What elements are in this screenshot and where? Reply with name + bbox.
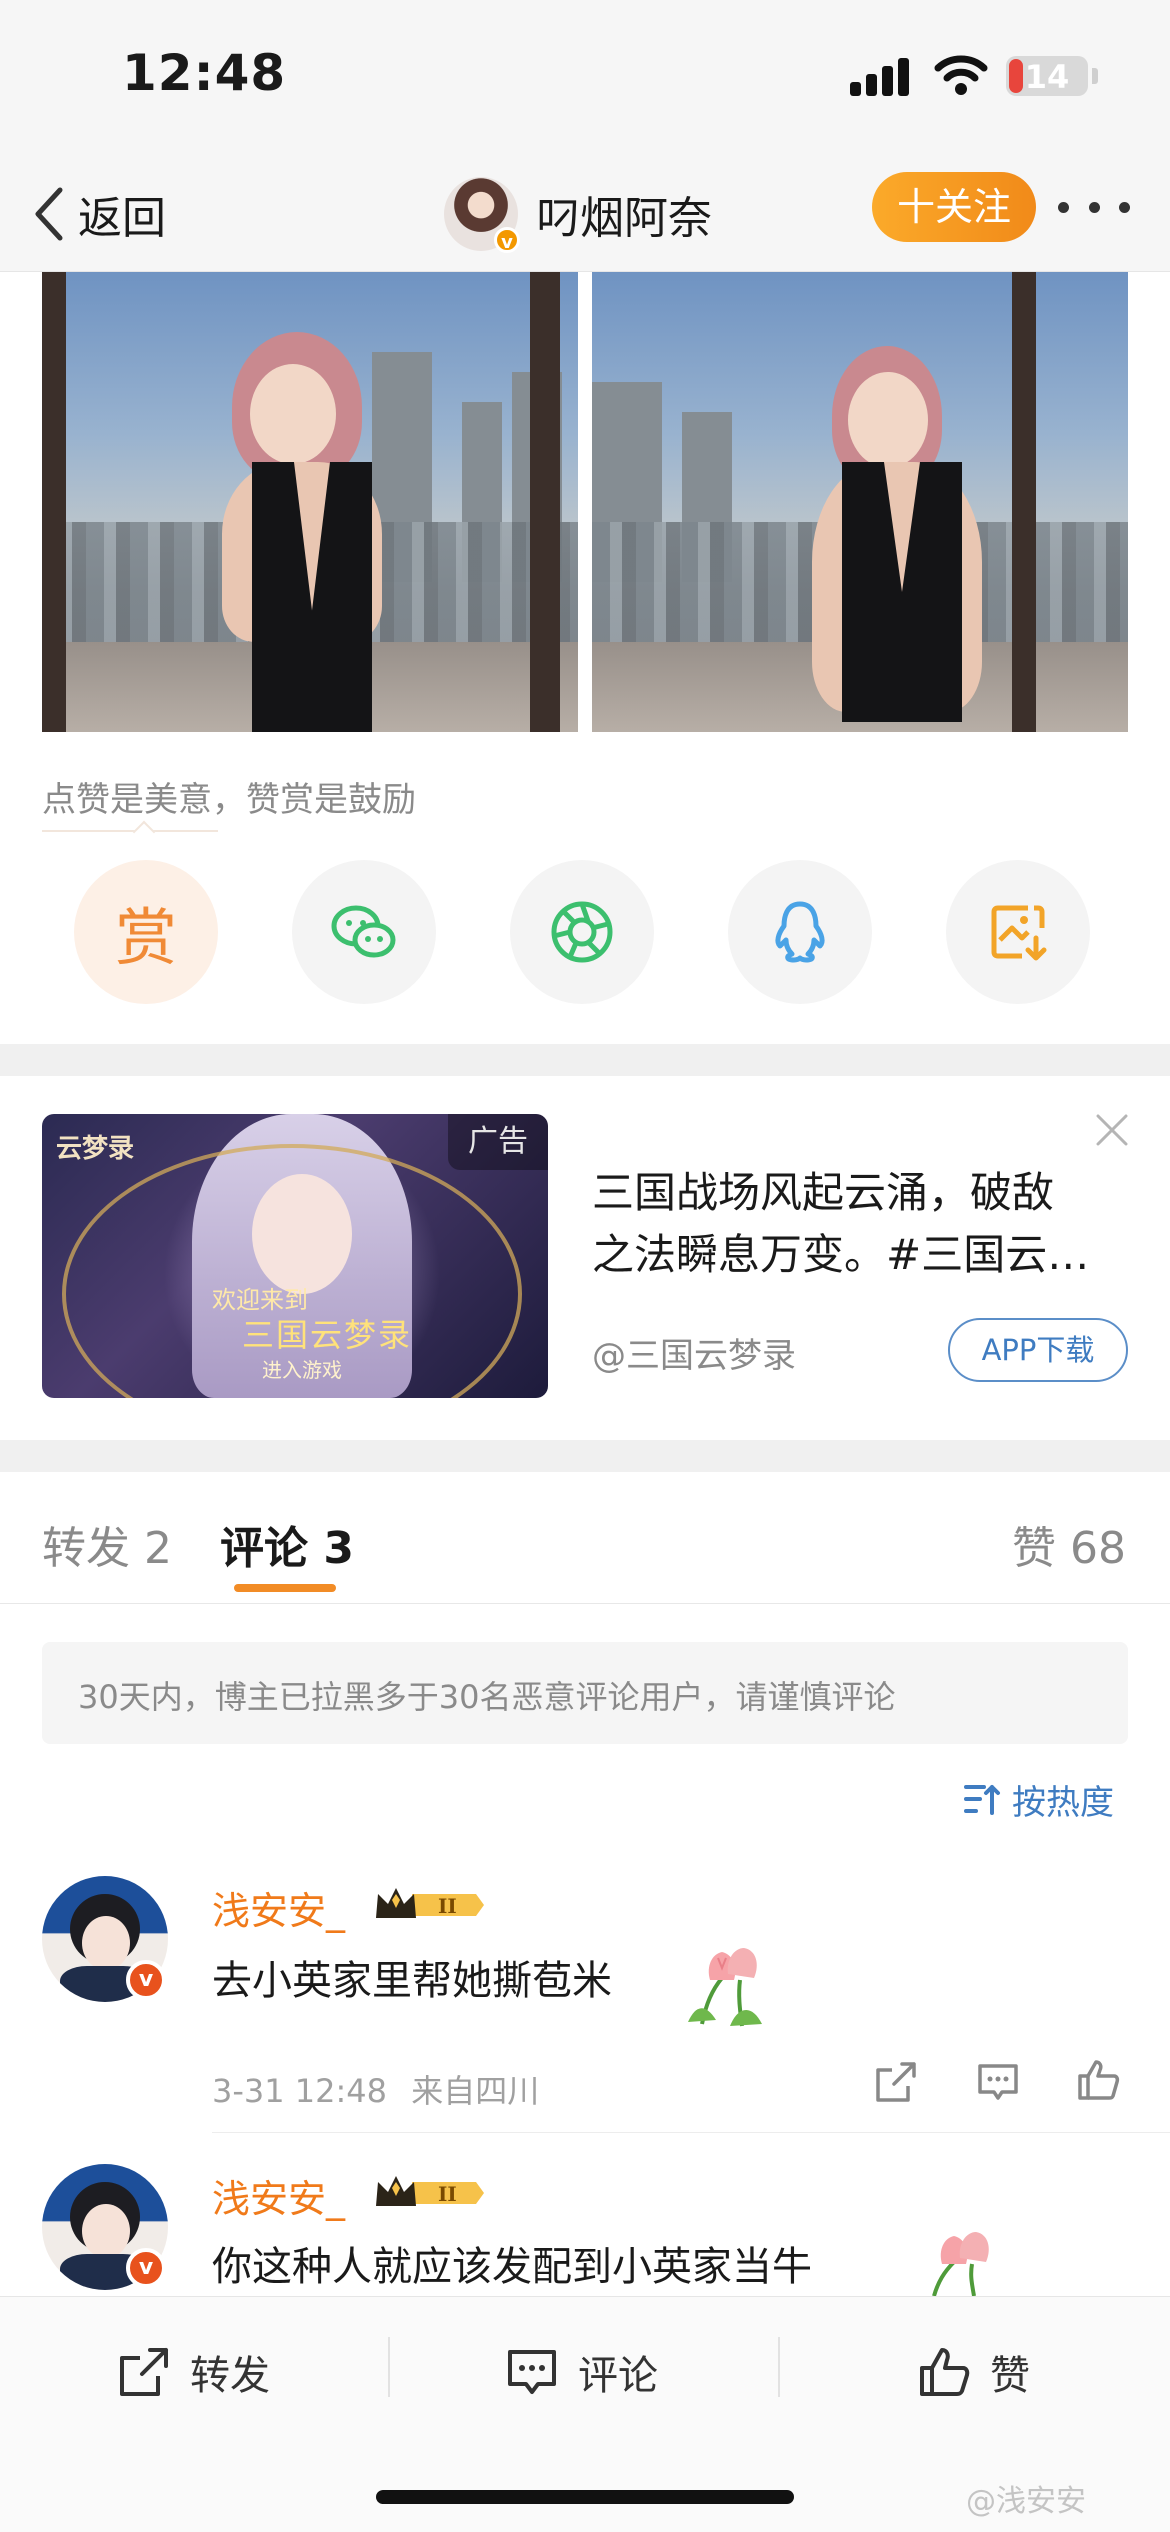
thumbs-up-icon xyxy=(920,2348,970,2396)
svg-text:II: II xyxy=(438,2182,457,2206)
battery-tip xyxy=(1092,68,1098,84)
app-download-button[interactable]: APP下载 xyxy=(948,1318,1128,1382)
sort-icon xyxy=(964,1785,1000,1815)
wifi-icon xyxy=(934,55,988,95)
ad-image[interactable]: 云梦录 广告 欢迎来到 三国云梦录 进入游戏 xyxy=(42,1114,548,1398)
repost-icon xyxy=(120,2348,168,2396)
like-label: 赞 xyxy=(990,2353,1030,2399)
interaction-tabs: 转发 2 评论 3 赞 68 xyxy=(0,1472,1170,1604)
comment-separator xyxy=(212,2132,1170,2133)
comment-location: 来自四川 xyxy=(411,2072,540,2110)
notice-text: 30天内，博主已拉黑多于30名恶意评论用户，请谨慎评论 xyxy=(78,1678,896,1716)
chevron-left-icon xyxy=(35,187,63,241)
share-qq-button[interactable] xyxy=(728,860,872,1004)
comment-text: 去小英家里帮她撕苞米 xyxy=(212,1958,612,2004)
battery-level: 14 xyxy=(1024,58,1070,96)
repost-label: 转发 xyxy=(190,2353,270,2399)
comment-notice: 30天内，博主已拉黑多于30名恶意评论用户，请谨慎评论 xyxy=(42,1642,1128,1744)
tab-comment[interactable]: 评论 3 xyxy=(220,1512,354,1576)
ad-badge: 广告 xyxy=(448,1114,548,1170)
share-wechat-button[interactable] xyxy=(292,860,436,1004)
svg-text:II: II xyxy=(438,1894,457,1918)
back-button[interactable]: 返回 xyxy=(30,174,166,254)
sort-by-hot-button[interactable]: 按热度 xyxy=(962,1774,1114,1824)
verified-badge-icon: v xyxy=(494,227,520,253)
ad-source[interactable]: @三国云梦录 xyxy=(592,1328,796,1377)
comment-author-name[interactable]: 浅安安_ xyxy=(212,1880,345,1935)
ad-text-line-1: 三国战场风起云涌，破敌 xyxy=(592,1168,1055,1217)
ad-game-title: 三国云梦录 xyxy=(242,1316,413,1354)
sort-label: 按热度 xyxy=(1012,1782,1114,1823)
moments-icon xyxy=(551,901,613,963)
watermark: @浅安安 xyxy=(966,2484,1086,2519)
ad-enter-text: 进入游戏 xyxy=(262,1358,342,1382)
comment-button[interactable]: 评论 xyxy=(504,2337,658,2407)
comment-meta: 3-31 12:48 来自四川 xyxy=(212,2066,539,2112)
tab-repost[interactable]: 转发 2 xyxy=(42,1512,172,1576)
comment-time: 3-31 12:48 xyxy=(212,2072,388,2110)
back-label: 返回 xyxy=(78,193,166,244)
reply-comment-icon[interactable] xyxy=(974,2058,1022,2106)
active-tab-indicator xyxy=(234,1584,336,1592)
bar-separator xyxy=(388,2337,390,2397)
hint-underline xyxy=(42,830,218,832)
comment-icon xyxy=(508,2350,556,2394)
follow-button[interactable]: 十关注 xyxy=(872,172,1036,242)
comment-author-name[interactable]: 浅安安_ xyxy=(212,2168,345,2223)
post-author[interactable]: v 叼烟阿奈 xyxy=(444,170,712,258)
comment-label: 评论 xyxy=(578,2353,658,2399)
verified-badge-icon: v xyxy=(126,2248,166,2288)
member-crown-icon: II xyxy=(376,1888,484,1918)
repost-button[interactable]: 转发 xyxy=(116,2337,270,2407)
ad-description[interactable]: 三国战场风起云涌，破敌 之法瞬息万变。#三国云… xyxy=(592,1162,1132,1286)
comment-text: 你这种人就应该发配到小英家当牛 xyxy=(212,2244,812,2290)
member-crown-icon: II xyxy=(376,2176,484,2206)
author-name[interactable]: 叼烟阿奈 xyxy=(536,182,712,246)
repost-comment-icon[interactable] xyxy=(872,2058,920,2106)
status-time: 12:48 xyxy=(122,44,287,102)
tulip-emoji-icon xyxy=(932,2232,989,2296)
more-options-icon[interactable] xyxy=(1058,190,1130,224)
signal-icon xyxy=(850,58,912,96)
verified-badge-icon: v xyxy=(126,1960,166,2000)
battery-icon: 14 xyxy=(1006,56,1088,96)
tulip-emoji-icon xyxy=(688,1948,762,2027)
qq-icon xyxy=(775,901,825,963)
share-row: 赏 xyxy=(0,860,1170,1004)
save-image-icon xyxy=(991,905,1047,961)
close-icon[interactable] xyxy=(1094,1112,1130,1148)
section-divider xyxy=(0,1044,1170,1076)
like-comment-icon[interactable] xyxy=(1074,2056,1122,2104)
tab-like[interactable]: 赞 68 xyxy=(1012,1512,1126,1576)
ad-logo: 云梦录 xyxy=(56,1134,135,1164)
reward-button[interactable]: 赏 xyxy=(74,860,218,1004)
reward-hint: 点赞是美意，赞赏是鼓励 xyxy=(42,780,416,820)
like-button[interactable]: 赞 xyxy=(916,2337,1030,2407)
home-indicator[interactable] xyxy=(376,2490,794,2504)
wechat-icon xyxy=(331,905,396,958)
post-image-1[interactable] xyxy=(42,272,578,732)
save-image-button[interactable] xyxy=(946,860,1090,1004)
ad-text-line-2: 之法瞬息万变。#三国云… xyxy=(592,1230,1090,1279)
section-divider xyxy=(0,1440,1170,1472)
post-image-2[interactable] xyxy=(592,272,1128,732)
share-moments-button[interactable] xyxy=(510,860,654,1004)
status-bar: 12:48 14 xyxy=(0,0,1170,160)
author-avatar[interactable]: v xyxy=(444,177,520,253)
bar-separator xyxy=(778,2337,780,2397)
top-nav-bar: 返回 v 叼烟阿奈 十关注 xyxy=(0,160,1170,272)
hint-caret xyxy=(132,820,156,844)
